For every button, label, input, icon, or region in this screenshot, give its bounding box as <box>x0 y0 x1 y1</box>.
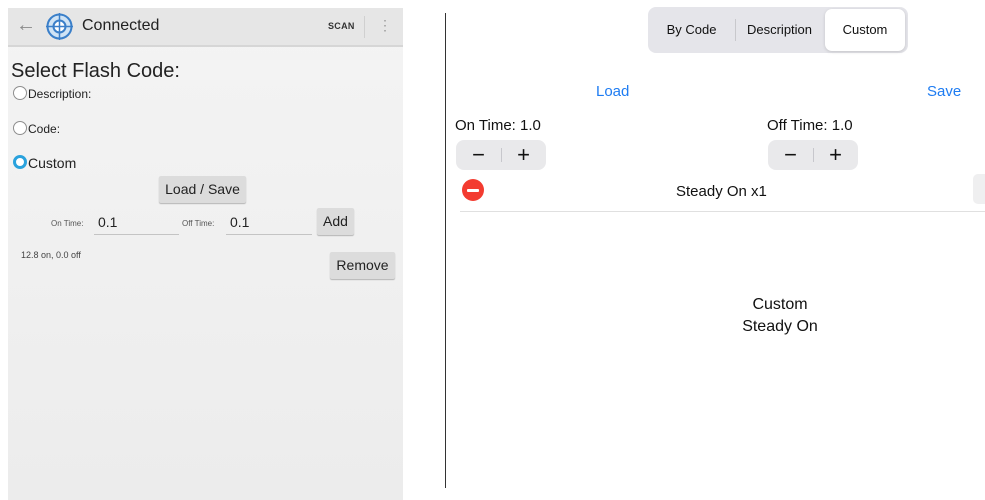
preview-pattern: Steady On <box>742 318 818 335</box>
android-screen: ← Connected SCAN ⋮ Select Flash Code: De… <box>8 8 403 500</box>
toolbar-title: Connected <box>82 17 160 34</box>
off-time-stepper: − + <box>768 140 858 170</box>
load-save-button[interactable]: Load / Save <box>159 176 246 203</box>
on-time-decrement-button[interactable]: − <box>456 140 501 170</box>
on-time-input[interactable]: 0.1 <box>94 214 179 235</box>
segment-by-code[interactable]: By Code <box>648 7 735 53</box>
row-separator <box>460 211 985 212</box>
code-radio-label: Code: <box>28 122 61 136</box>
scan-button[interactable]: SCAN <box>328 21 355 31</box>
off-time-increment-button[interactable]: + <box>813 140 858 170</box>
on-time-value: 0.1 <box>98 214 118 230</box>
flash-row-label: Steady On x1 <box>676 183 767 200</box>
off-time-label: Off Time: <box>182 219 215 228</box>
delete-row-icon[interactable] <box>462 179 484 201</box>
save-link[interactable]: Save <box>927 83 961 100</box>
off-time-input[interactable]: 0.1 <box>226 214 312 235</box>
segment-custom[interactable]: Custom <box>825 9 905 51</box>
back-arrow-icon[interactable]: ← <box>16 14 36 37</box>
on-time-increment-button[interactable]: + <box>501 140 546 170</box>
row-delete-action[interactable] <box>973 174 985 204</box>
off-time-readout: Off Time: 1.0 <box>767 117 853 134</box>
on-time-readout: On Time: 1.0 <box>455 117 541 134</box>
flash-summary: 12.8 on, 0.0 off <box>21 250 81 260</box>
description-radio[interactable] <box>13 86 27 100</box>
toolbar-divider <box>364 16 365 38</box>
code-radio[interactable] <box>13 121 27 135</box>
description-radio-label: Description: <box>28 87 92 101</box>
preview-title: Custom <box>752 296 808 313</box>
segment-description[interactable]: Description <box>736 7 823 53</box>
remove-button[interactable]: Remove <box>330 252 395 279</box>
off-time-decrement-button[interactable]: − <box>768 140 813 170</box>
flash-code-heading: Select Flash Code: <box>11 60 180 82</box>
on-time-label: On Time: <box>51 219 84 228</box>
mode-segmented-control: By Code Description Custom <box>648 7 908 53</box>
off-time-value: 0.1 <box>230 214 250 230</box>
overflow-menu-icon[interactable]: ⋮ <box>378 17 392 33</box>
screenshot-divider <box>445 13 446 488</box>
load-link[interactable]: Load <box>596 83 629 100</box>
app-toolbar: ← Connected SCAN ⋮ <box>8 8 403 47</box>
custom-radio-label: Custom <box>28 155 77 171</box>
custom-radio[interactable] <box>13 155 27 169</box>
target-logo-icon <box>46 13 73 40</box>
on-time-stepper: − + <box>456 140 546 170</box>
add-button[interactable]: Add <box>317 208 354 235</box>
